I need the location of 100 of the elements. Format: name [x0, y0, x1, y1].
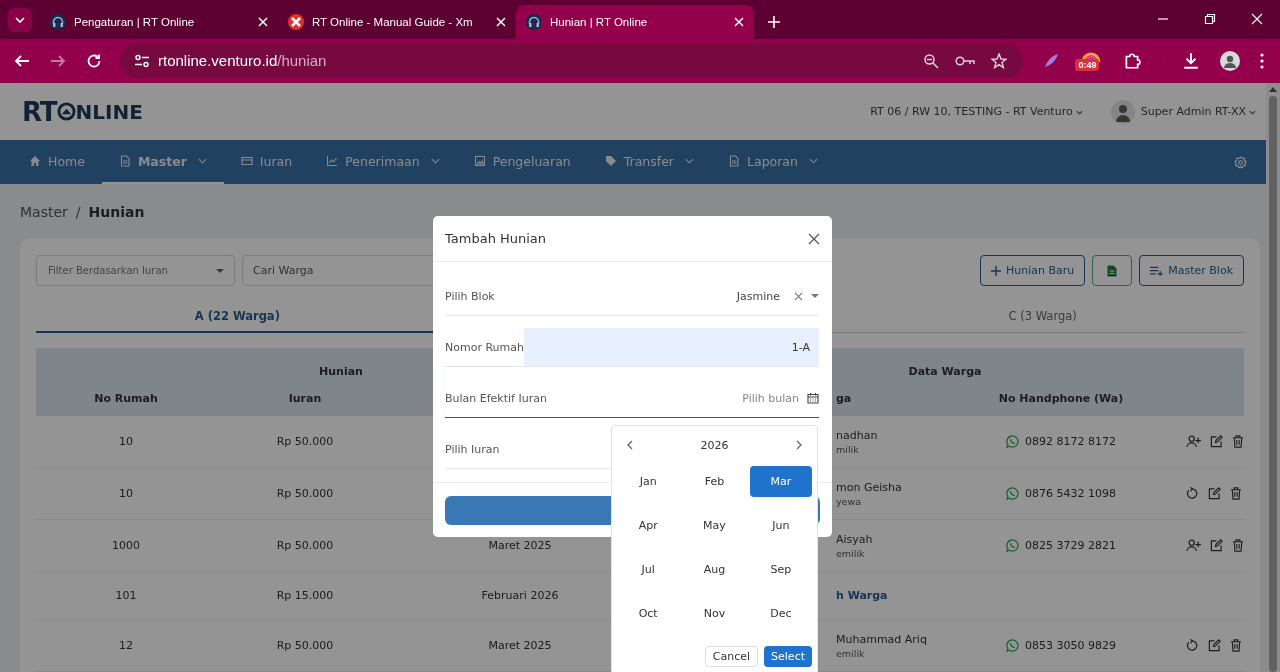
select-button[interactable]: Select: [764, 646, 812, 667]
trash-icon[interactable]: [1230, 639, 1242, 652]
trash-icon[interactable]: [1230, 487, 1242, 500]
document-icon: [1107, 264, 1118, 277]
next-year-icon[interactable]: [796, 440, 802, 450]
tab-list-button[interactable]: [8, 8, 32, 32]
chat-bubble-icon: [1006, 539, 1019, 552]
cancel-button[interactable]: Cancel: [704, 646, 759, 667]
logo-text: NLINE: [75, 99, 143, 124]
headphones-icon: [526, 13, 542, 30]
browser-tab[interactable]: Pengaturan | RT Online: [40, 4, 278, 39]
resident-status: milik: [836, 443, 859, 455]
plus-icon: [990, 265, 1001, 276]
address-field[interactable]: rtonline.venturo.id/hunian: [120, 43, 1024, 78]
block-select[interactable]: Jasmine: [736, 289, 780, 303]
list-add-icon: [1150, 265, 1164, 276]
forward-icon[interactable]: [50, 52, 66, 69]
add-occupancy-button[interactable]: Hunian Baru: [979, 255, 1086, 286]
master-block-button[interactable]: Master Blok: [1139, 255, 1244, 286]
reset-icon[interactable]: [1186, 639, 1199, 652]
table-cell: Rp 50.000: [276, 487, 334, 500]
edit-icon[interactable]: [1208, 639, 1221, 652]
table-cell: 1000: [112, 539, 140, 552]
edit-icon[interactable]: [1210, 435, 1223, 448]
favicon-icon: [288, 13, 304, 30]
trash-icon[interactable]: [1232, 539, 1244, 552]
chart-icon: [326, 155, 339, 167]
reset-icon[interactable]: [1186, 487, 1199, 500]
close-icon[interactable]: [808, 232, 820, 245]
chat-bubble-icon: [1006, 639, 1019, 652]
back-icon[interactable]: [14, 52, 30, 69]
table-cell: Maret 2025: [488, 639, 552, 652]
browser-tab[interactable]: Hunian | RT Online: [516, 4, 754, 39]
caret-icon[interactable]: [811, 294, 819, 298]
edit-icon[interactable]: [1208, 487, 1221, 500]
month-option[interactable]: Mar: [749, 466, 812, 497]
user-avatar[interactable]: [1110, 99, 1135, 124]
zoom-icon[interactable]: [923, 52, 940, 69]
reload-icon[interactable]: [86, 52, 102, 69]
user-menu[interactable]: Super Admin RT-XX: [1140, 105, 1256, 118]
caret-icon: [216, 268, 224, 273]
resident-status: emilik: [836, 547, 865, 559]
menu-icon[interactable]: [1260, 52, 1264, 69]
table-cell: Februari 2026: [481, 589, 559, 602]
resident-status: emilik: [836, 647, 865, 659]
scroll-up-icon[interactable]: [1269, 87, 1277, 92]
resident-name: Muhammad Ariq: [836, 632, 927, 646]
house-number-field[interactable]: 1-A: [524, 328, 819, 366]
clear-icon[interactable]: [794, 291, 803, 301]
calendar-icon[interactable]: [807, 392, 819, 404]
add-resident-link[interactable]: h Warga: [836, 589, 888, 602]
resident-name: Aisyah: [836, 532, 873, 546]
block-tab[interactable]: C (3 Warga): [841, 300, 1244, 331]
scrollbar-thumb[interactable]: [1269, 96, 1277, 672]
url-text: rtonline.venturo.id/hunian: [158, 52, 327, 70]
table-cell: 0853 3050 9829: [1025, 639, 1116, 652]
table-cell: 12: [119, 639, 133, 652]
document-icon: [118, 155, 131, 167]
column-header: No Handphone (Wa): [998, 392, 1124, 405]
tag-icon: [604, 155, 617, 167]
site-settings-icon[interactable]: [134, 52, 150, 69]
month-field[interactable]: Pilih bulan: [554, 391, 799, 405]
previous-year-icon[interactable]: [627, 440, 633, 450]
column-header: Iuran: [288, 392, 322, 405]
breadcrumb-link[interactable]: Master: [20, 203, 68, 220]
logo-mark-icon: [56, 102, 76, 121]
table-cell: Rp 50.000: [276, 539, 334, 552]
logo-text: RT: [22, 96, 57, 127]
restore-icon[interactable]: [1204, 13, 1216, 26]
table-cell: Rp 15.000: [276, 589, 334, 602]
add-person-icon[interactable]: [1186, 435, 1201, 448]
feather-icon[interactable]: [1043, 52, 1060, 69]
chevron-down-icon: [1249, 110, 1256, 115]
key-icon[interactable]: [955, 54, 976, 67]
resident-name: nadhan: [836, 428, 878, 442]
export-button[interactable]: [1092, 255, 1133, 286]
column-header: ga: [836, 392, 852, 405]
table-cell: 10: [119, 435, 133, 448]
headphones-icon: [50, 13, 66, 30]
field-label: Pilih Blok: [445, 289, 495, 303]
settings-icon[interactable]: [1234, 155, 1247, 169]
rt-selector[interactable]: RT 06 / RW 10, TESTING - RT Venturo: [870, 105, 1083, 118]
field-label: Pilih Iuran: [445, 442, 500, 456]
column-header: No Rumah: [94, 392, 158, 405]
year-label[interactable]: 2026: [700, 438, 729, 452]
add-person-icon[interactable]: [1186, 539, 1201, 552]
puzzle-icon[interactable]: [1123, 51, 1141, 70]
edit-icon[interactable]: [1210, 539, 1223, 552]
star-icon[interactable]: [991, 52, 1008, 69]
table-cell: 0876 5432 1098: [1025, 487, 1116, 500]
download-icon[interactable]: [1182, 51, 1200, 70]
table-cell: 10: [119, 487, 133, 500]
new-tab-icon[interactable]: [768, 15, 780, 28]
card-icon: [240, 155, 253, 167]
profile-avatar[interactable]: [1220, 50, 1240, 71]
dialog-title: Tambah Hunian: [445, 231, 547, 246]
trash-icon[interactable]: [1232, 435, 1244, 448]
table-cell: Maret 2025: [488, 539, 552, 552]
browser-tab[interactable]: RT Online - Manual Guide - Xm: [278, 4, 516, 39]
image-icon: [473, 155, 486, 167]
